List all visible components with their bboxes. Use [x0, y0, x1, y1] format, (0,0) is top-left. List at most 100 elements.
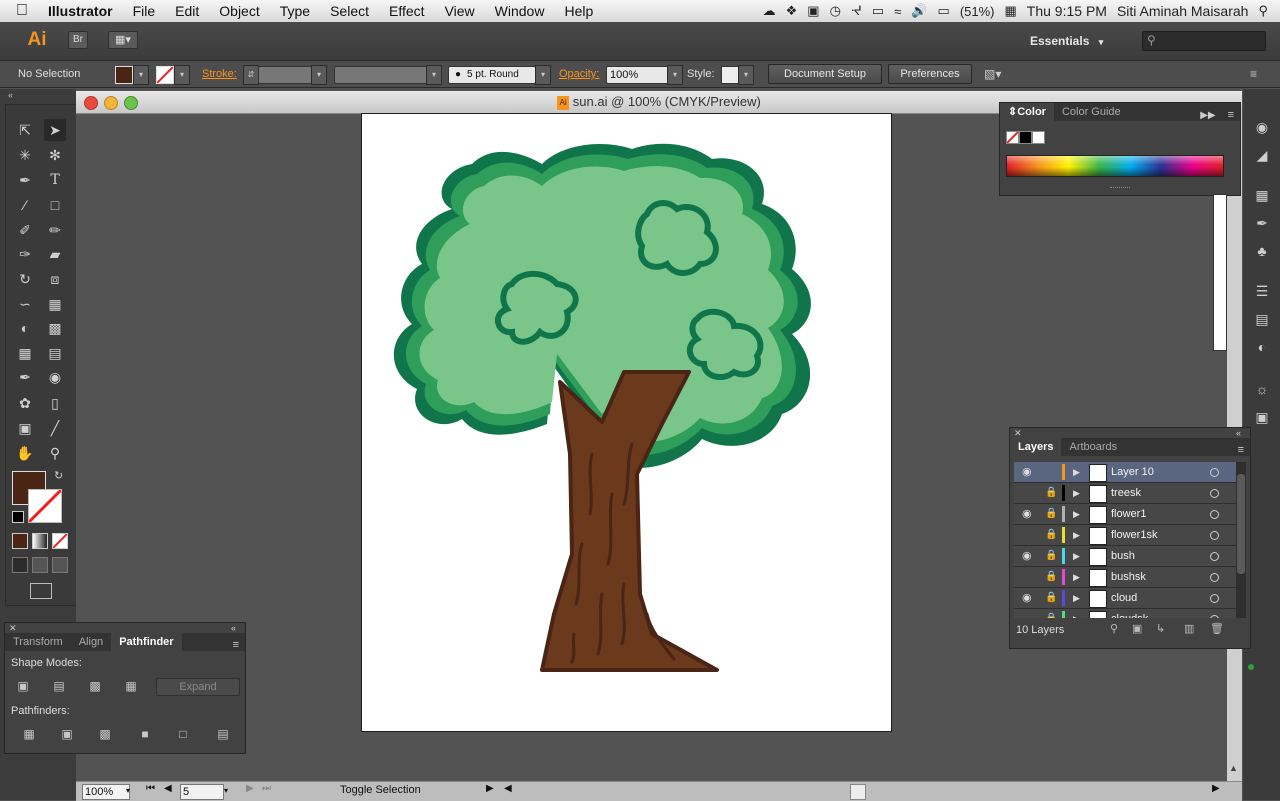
layer-row[interactable]: ◉ ▶ Layer 10: [1014, 462, 1236, 483]
workspace-switcher[interactable]: Essentials ▾: [1030, 31, 1130, 51]
column-graph-tool-icon[interactable]: ▯: [44, 392, 66, 414]
selection-tool-icon[interactable]: ⇱: [14, 119, 36, 141]
rotate-tool-icon[interactable]: ↻: [14, 268, 36, 290]
input-menu-icon[interactable]: ▦: [1005, 3, 1017, 19]
eraser-tool-icon[interactable]: ▰: [44, 243, 66, 265]
target-circle-icon[interactable]: [1210, 615, 1219, 618]
layer-row[interactable]: ◉ 🔒 ▶ bush: [1014, 546, 1236, 567]
trim-icon[interactable]: ▣: [59, 727, 75, 741]
magic-wand-tool-icon[interactable]: ✳: [14, 144, 36, 166]
time-machine-icon[interactable]: ◷: [830, 3, 841, 19]
symbols-icon[interactable]: ♣: [1252, 241, 1272, 261]
lasso-tool-icon[interactable]: ✻: [44, 144, 66, 166]
layer-row[interactable]: 🔒 ▶ cloudsk: [1014, 609, 1236, 618]
intersect-icon[interactable]: ▩: [87, 679, 103, 693]
locate-object-icon[interactable]: ⚲: [1110, 622, 1118, 635]
panel-menu-icon[interactable]: ≡: [227, 639, 245, 651]
fill-dropdown[interactable]: ▾: [133, 65, 149, 85]
layer-row[interactable]: 🔒 ▶ flower1sk: [1014, 525, 1236, 546]
arrange-icon[interactable]: ▧▾: [984, 65, 1016, 83]
draw-inside-icon[interactable]: [52, 557, 68, 573]
first-artboard-icon[interactable]: ⏮: [146, 783, 155, 794]
tab-artboards[interactable]: Artboards: [1061, 438, 1125, 456]
layer-row[interactable]: ◉ 🔒 ▶ cloud: [1014, 588, 1236, 609]
slice-tool-icon[interactable]: ╱: [44, 417, 66, 439]
next-artboard-icon[interactable]: ▶: [246, 783, 254, 794]
lock-icon[interactable]: 🔒: [1045, 546, 1057, 566]
mesh-tool-icon[interactable]: ▦: [14, 342, 36, 364]
delete-layer-icon[interactable]: 🗑: [1210, 622, 1224, 635]
scale-tool-icon[interactable]: ⧈: [44, 268, 66, 290]
paintbrush-tool-icon[interactable]: ✐: [14, 219, 36, 241]
shape-builder-tool-icon[interactable]: ◐: [14, 317, 36, 339]
lock-icon[interactable]: 🔒: [1045, 483, 1057, 503]
menu-help[interactable]: Help: [554, 0, 603, 22]
menu-window[interactable]: Window: [485, 0, 555, 22]
menu-effect[interactable]: Effect: [379, 0, 435, 22]
brush-dropdown[interactable]: ▾: [535, 65, 551, 85]
exclude-icon[interactable]: ▦: [123, 679, 139, 693]
spotlight-icon[interactable]: ⚲: [1258, 3, 1268, 19]
expand-arrow-icon[interactable]: ▶: [1073, 567, 1080, 587]
lock-icon[interactable]: 🔒: [1045, 525, 1057, 545]
artboard-dropdown[interactable]: ▾: [224, 784, 228, 798]
expand-arrow-icon[interactable]: ▶: [1073, 462, 1080, 482]
layer-name[interactable]: treesk: [1111, 483, 1141, 503]
variable-width-profile[interactable]: [334, 66, 428, 84]
lock-icon[interactable]: 🔒: [1045, 567, 1057, 587]
panel-menu-icon[interactable]: ≡: [1222, 109, 1240, 121]
stroke-weight-dropdown[interactable]: ▾: [311, 65, 327, 85]
gradient-tool-icon[interactable]: ▤: [44, 342, 66, 364]
layer-name[interactable]: bush: [1111, 546, 1135, 566]
graphic-styles-icon[interactable]: ▣: [1252, 407, 1272, 427]
opacity-dropdown[interactable]: ▾: [667, 65, 683, 85]
creative-cloud-icon[interactable]: ☁: [763, 3, 776, 19]
evernote-icon[interactable]: ▣: [807, 3, 819, 19]
rectangle-tool-icon[interactable]: □: [44, 194, 66, 216]
horizontal-scroll-right[interactable]: ▶: [1212, 783, 1220, 794]
swatches-icon[interactable]: ▦: [1252, 185, 1272, 205]
expand-arrow-icon[interactable]: ▶: [1073, 588, 1080, 608]
target-circle-icon[interactable]: [1210, 489, 1219, 498]
document-setup-button[interactable]: Document Setup: [768, 64, 882, 84]
tab-layers[interactable]: Layers: [1010, 438, 1062, 456]
clock[interactable]: Thu 9:15 PM: [1027, 3, 1107, 19]
expand-arrow-icon[interactable]: ▶: [1073, 483, 1080, 503]
symbol-sprayer-tool-icon[interactable]: ✿: [14, 392, 36, 414]
battery-icon[interactable]: ▭: [938, 3, 950, 19]
line-tool-icon[interactable]: ∕: [14, 194, 36, 216]
layer-row[interactable]: 🔒 ▶ bushsk: [1014, 567, 1236, 588]
stroke-label[interactable]: Stroke:: [202, 61, 237, 87]
layer-name[interactable]: cloud: [1111, 588, 1137, 608]
lock-icon[interactable]: 🔒: [1045, 609, 1057, 618]
new-sublayer-icon[interactable]: ↳: [1156, 622, 1165, 635]
width-tool-icon[interactable]: ∽: [14, 293, 36, 315]
artboard-number-field[interactable]: 5: [180, 784, 224, 800]
target-circle-icon[interactable]: [1210, 552, 1219, 561]
tab-transform[interactable]: Transform: [5, 633, 71, 651]
brushes-icon[interactable]: ✒: [1252, 213, 1272, 233]
layer-row[interactable]: ◉ 🔒 ▶ flower1: [1014, 504, 1236, 525]
layer-name[interactable]: flower1sk: [1111, 525, 1157, 545]
visibility-eye-icon[interactable]: ◉: [1022, 546, 1032, 566]
expand-arrow-icon[interactable]: ▶: [1073, 609, 1080, 618]
horizontal-scroll-left[interactable]: ◀: [504, 783, 512, 794]
brush-definition[interactable]: ● 5 pt. Round: [448, 66, 536, 84]
visibility-eye-icon[interactable]: ◉: [1022, 588, 1032, 608]
fill-color-swatch[interactable]: [115, 66, 133, 84]
arrange-documents-button[interactable]: ▦▾: [108, 31, 138, 49]
wifi-icon[interactable]: ≈: [894, 4, 901, 19]
opacity-input[interactable]: 100%: [606, 66, 669, 84]
white-swatch[interactable]: [1032, 131, 1045, 144]
scroll-thumb[interactable]: [1237, 474, 1245, 574]
crop-icon[interactable]: ■: [137, 727, 153, 741]
stroke-box[interactable]: [27, 488, 63, 524]
horizontal-scrollbar-thumb[interactable]: [850, 784, 866, 800]
opacity-label[interactable]: Opacity:: [559, 61, 599, 87]
perspective-grid-tool-icon[interactable]: ▩: [44, 317, 66, 339]
stroke-weight-field[interactable]: [258, 66, 312, 84]
none-color-swatch[interactable]: [1006, 131, 1019, 144]
apple-icon[interactable]: : [0, 0, 38, 22]
menu-type[interactable]: Type: [270, 0, 320, 22]
panel-expand-icon[interactable]: ▶▶: [1194, 110, 1221, 121]
